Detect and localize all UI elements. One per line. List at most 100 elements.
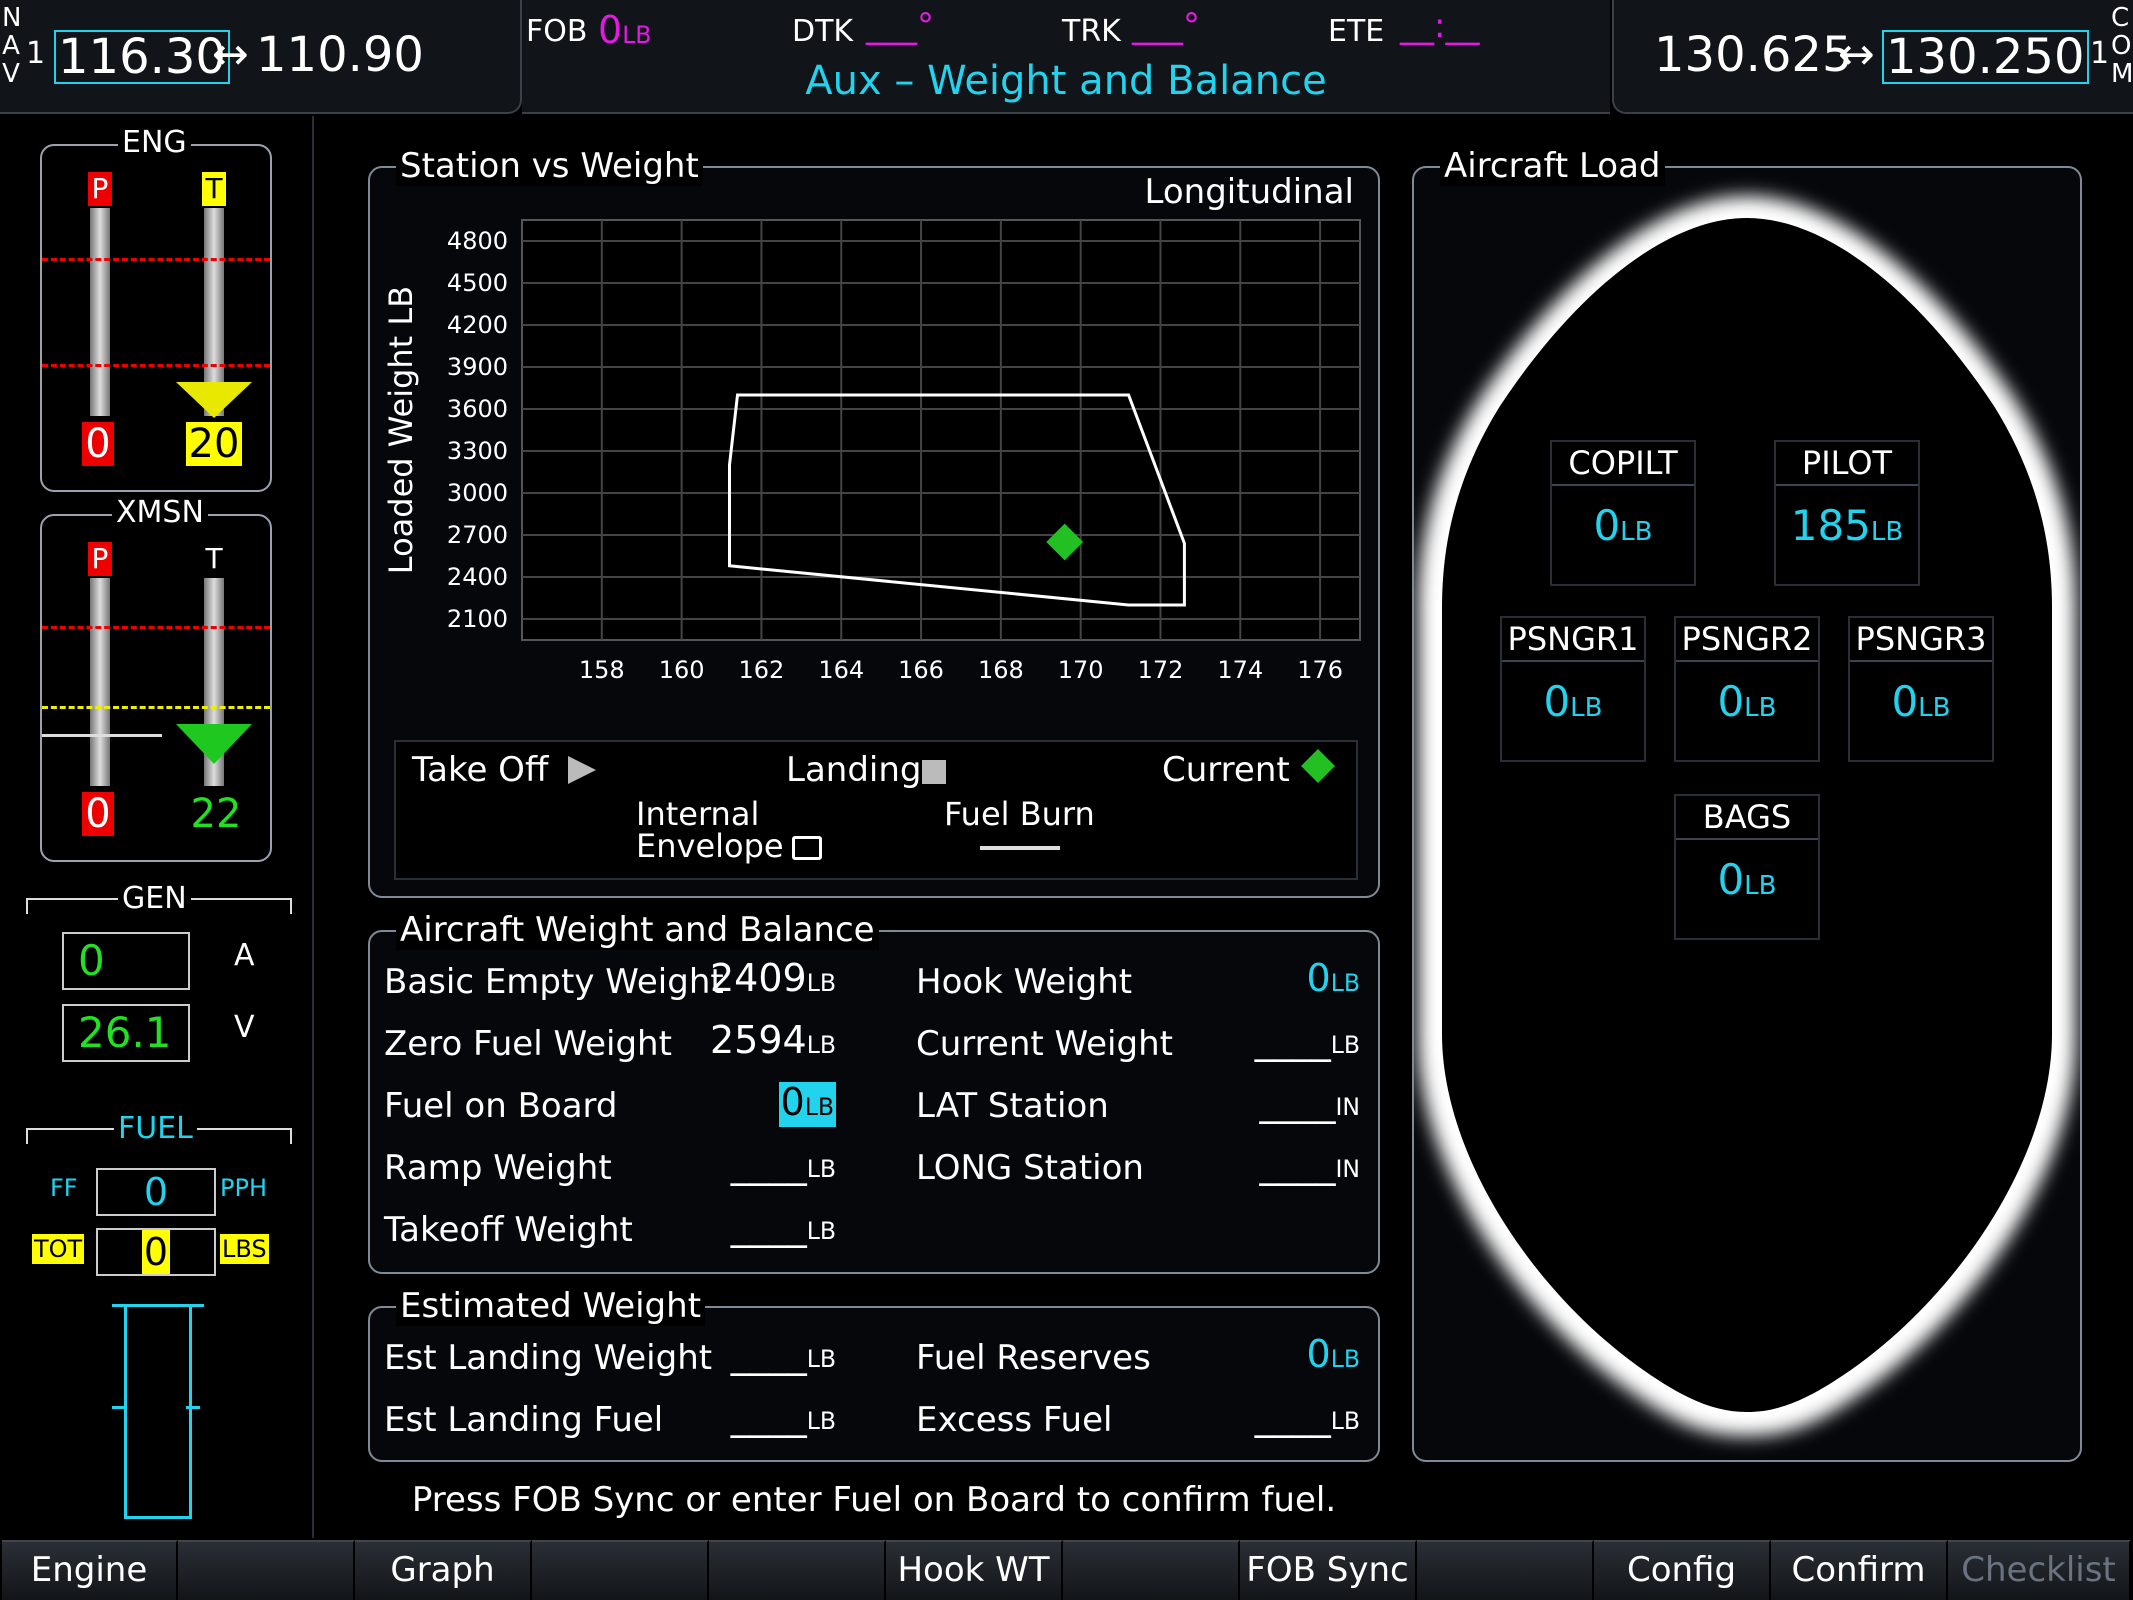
nav-active-frequency[interactable]: 116.30	[54, 30, 230, 84]
xmsn-caution-line	[42, 706, 270, 709]
dtk-value: ___°	[866, 6, 934, 46]
ramp-weight-value: ____LB	[730, 1142, 836, 1186]
softkey-checklist[interactable]: Checklist	[1948, 1540, 2131, 1600]
bags-compartment[interactable]: BAGS 0LB	[1674, 794, 1820, 940]
takeoff-weight-label: Takeoff Weight	[384, 1210, 633, 1250]
current-weight-value: ____LB	[1254, 1018, 1360, 1062]
softkey-blank-7[interactable]	[1063, 1540, 1240, 1600]
lat-station-label: LAT Station	[916, 1086, 1109, 1126]
weight-balance-panel: Aircraft Weight and Balance Basic Empty …	[368, 910, 1380, 1274]
y-tick-label: 4800	[447, 227, 508, 255]
fuel-title: FUEL	[114, 1112, 197, 1146]
gen-amps-box: 0	[62, 932, 190, 990]
softkey-confirm[interactable]: Confirm	[1771, 1540, 1948, 1600]
seat-value: 0	[1717, 855, 1745, 904]
x-tick-label: 166	[898, 656, 944, 684]
nav-standby-frequency[interactable]: 110.90	[256, 30, 424, 80]
eng-gauge-box: ENG P T 0 20	[40, 126, 272, 492]
softkey-blank-2[interactable]	[178, 1540, 355, 1600]
gen-volts-unit: V	[234, 1010, 255, 1045]
gen-amps-unit: A	[234, 938, 255, 973]
longitudinal-mode[interactable]: Longitudinal	[1145, 172, 1354, 212]
ff-box: 0	[96, 1168, 216, 1216]
x-tick-label: 170	[1058, 656, 1104, 684]
seat-pilot[interactable]: PILOT 185LB	[1774, 440, 1920, 586]
fuel-tank-top	[112, 1304, 204, 1307]
seat-value: 0	[1891, 677, 1919, 726]
softkey-blank-4[interactable]	[532, 1540, 709, 1600]
xmsn-p-bar	[90, 578, 110, 786]
softkey-blank-9[interactable]	[1417, 1540, 1594, 1600]
nav-index: 1	[26, 36, 46, 71]
chart-legend: Take Off Landing Current Internal Envelo…	[394, 740, 1358, 880]
takeoff-weight-value: ____LB	[730, 1204, 836, 1248]
seat-passenger-3[interactable]: PSNGR3 0LB	[1848, 616, 1994, 762]
lat-station-value: ____IN	[1259, 1080, 1360, 1124]
station-weight-chart: 158 160 162 164 166 168 170 172 174 176 2100 2400 27…	[382, 219, 1361, 684]
station-panel-title: Station vs Weight	[396, 146, 703, 186]
ff-value: 0	[143, 1170, 169, 1214]
fuel-tank-tick	[112, 1406, 126, 1409]
hook-weight-value: 0LB	[1306, 956, 1360, 1000]
fuel-on-board-field[interactable]: 0LB	[778, 1082, 836, 1127]
seat-copilot[interactable]: COPILT 0LB	[1550, 440, 1696, 586]
nav-swap-icon[interactable]: ↔	[212, 30, 249, 80]
eng-t-pointer-icon	[176, 382, 252, 418]
est-landing-weight-label: Est Landing Weight	[384, 1338, 713, 1378]
xmsn-p-label: P	[88, 542, 112, 576]
softkey-graph[interactable]: Graph	[355, 1540, 532, 1600]
fob-value: 0	[598, 8, 623, 52]
com-standby-frequency[interactable]: 130.250	[1882, 30, 2089, 84]
excess-fuel-label: Excess Fuel	[916, 1400, 1113, 1440]
aircraft-load-panel: Aircraft Load COPILT 0LB PILOT 185LB PSN…	[1412, 146, 2082, 1462]
softkey-hook-wt[interactable]: Hook WT	[886, 1540, 1063, 1600]
y-tick-label: 2700	[447, 521, 508, 549]
seat-value: 0	[1543, 677, 1571, 726]
eng-p-value: 0	[82, 422, 114, 466]
softkey-blank-5[interactable]	[709, 1540, 886, 1600]
y-tick-label: 3900	[447, 353, 508, 381]
xmsn-t-pointer-icon	[176, 724, 252, 764]
com-index: 1	[2090, 36, 2110, 71]
seat-label: BAGS	[1676, 796, 1818, 840]
est-landing-weight-value: ____LB	[730, 1332, 836, 1376]
tot-box: 0	[96, 1228, 216, 1276]
xmsn-limit-line	[42, 626, 270, 629]
nav-letter: A	[2, 31, 20, 61]
x-tick-label: 174	[1217, 656, 1263, 684]
seat-value: 0	[1593, 501, 1621, 550]
legend-landing: Landing	[786, 750, 922, 790]
excess-fuel-value: ____LB	[1254, 1394, 1360, 1438]
fob-sync-message: Press FOB Sync or enter Fuel on Board to…	[411, 1480, 1337, 1520]
legend-internal: Internal	[636, 795, 760, 833]
x-tick-label: 162	[739, 656, 785, 684]
zero-fuel-weight-label: Zero Fuel Weight	[384, 1024, 672, 1064]
long-station-label: LONG Station	[916, 1148, 1144, 1188]
seat-value: 0	[1717, 677, 1745, 726]
com-swap-icon[interactable]: ↔	[1838, 30, 1875, 80]
fuel-reserves-label: Fuel Reserves	[916, 1338, 1151, 1378]
x-tick-label: 172	[1138, 656, 1184, 684]
xmsn-p-value: 0	[82, 792, 114, 836]
fuel-tank-gauge	[124, 1306, 192, 1519]
trk-label: TRK	[1062, 14, 1121, 49]
ramp-weight-label: Ramp Weight	[384, 1148, 612, 1188]
est-landing-fuel-value: ____LB	[730, 1394, 836, 1438]
xmsn-gauge-box: XMSN P T 0 22	[40, 496, 272, 862]
legend-takeoff: Take Off	[412, 750, 549, 790]
eng-limit-line	[42, 364, 270, 367]
softkey-engine[interactable]: Engine	[2, 1540, 178, 1600]
center-status-block: FOB 0LB DTK ___° TRK ___° ETE __:__ Aux …	[522, 0, 1610, 114]
com-active-frequency[interactable]: 130.625	[1654, 30, 1853, 80]
estimated-weight-panel: Estimated Weight Est Landing Weight ____…	[368, 1286, 1380, 1462]
x-tick-label: 176	[1297, 656, 1343, 684]
softkey-config[interactable]: Config	[1594, 1540, 1771, 1600]
fuel-reserves-value: 0LB	[1306, 1332, 1360, 1376]
seat-passenger-1[interactable]: PSNGR1 0LB	[1500, 616, 1646, 762]
fob-unit: LB	[622, 21, 652, 49]
seat-passenger-2[interactable]: PSNGR2 0LB	[1674, 616, 1820, 762]
eng-p-bar	[90, 208, 110, 416]
softkey-fob-sync[interactable]: FOB Sync	[1240, 1540, 1417, 1600]
x-tick-label: 168	[978, 656, 1024, 684]
eng-title: ENG	[118, 126, 191, 160]
